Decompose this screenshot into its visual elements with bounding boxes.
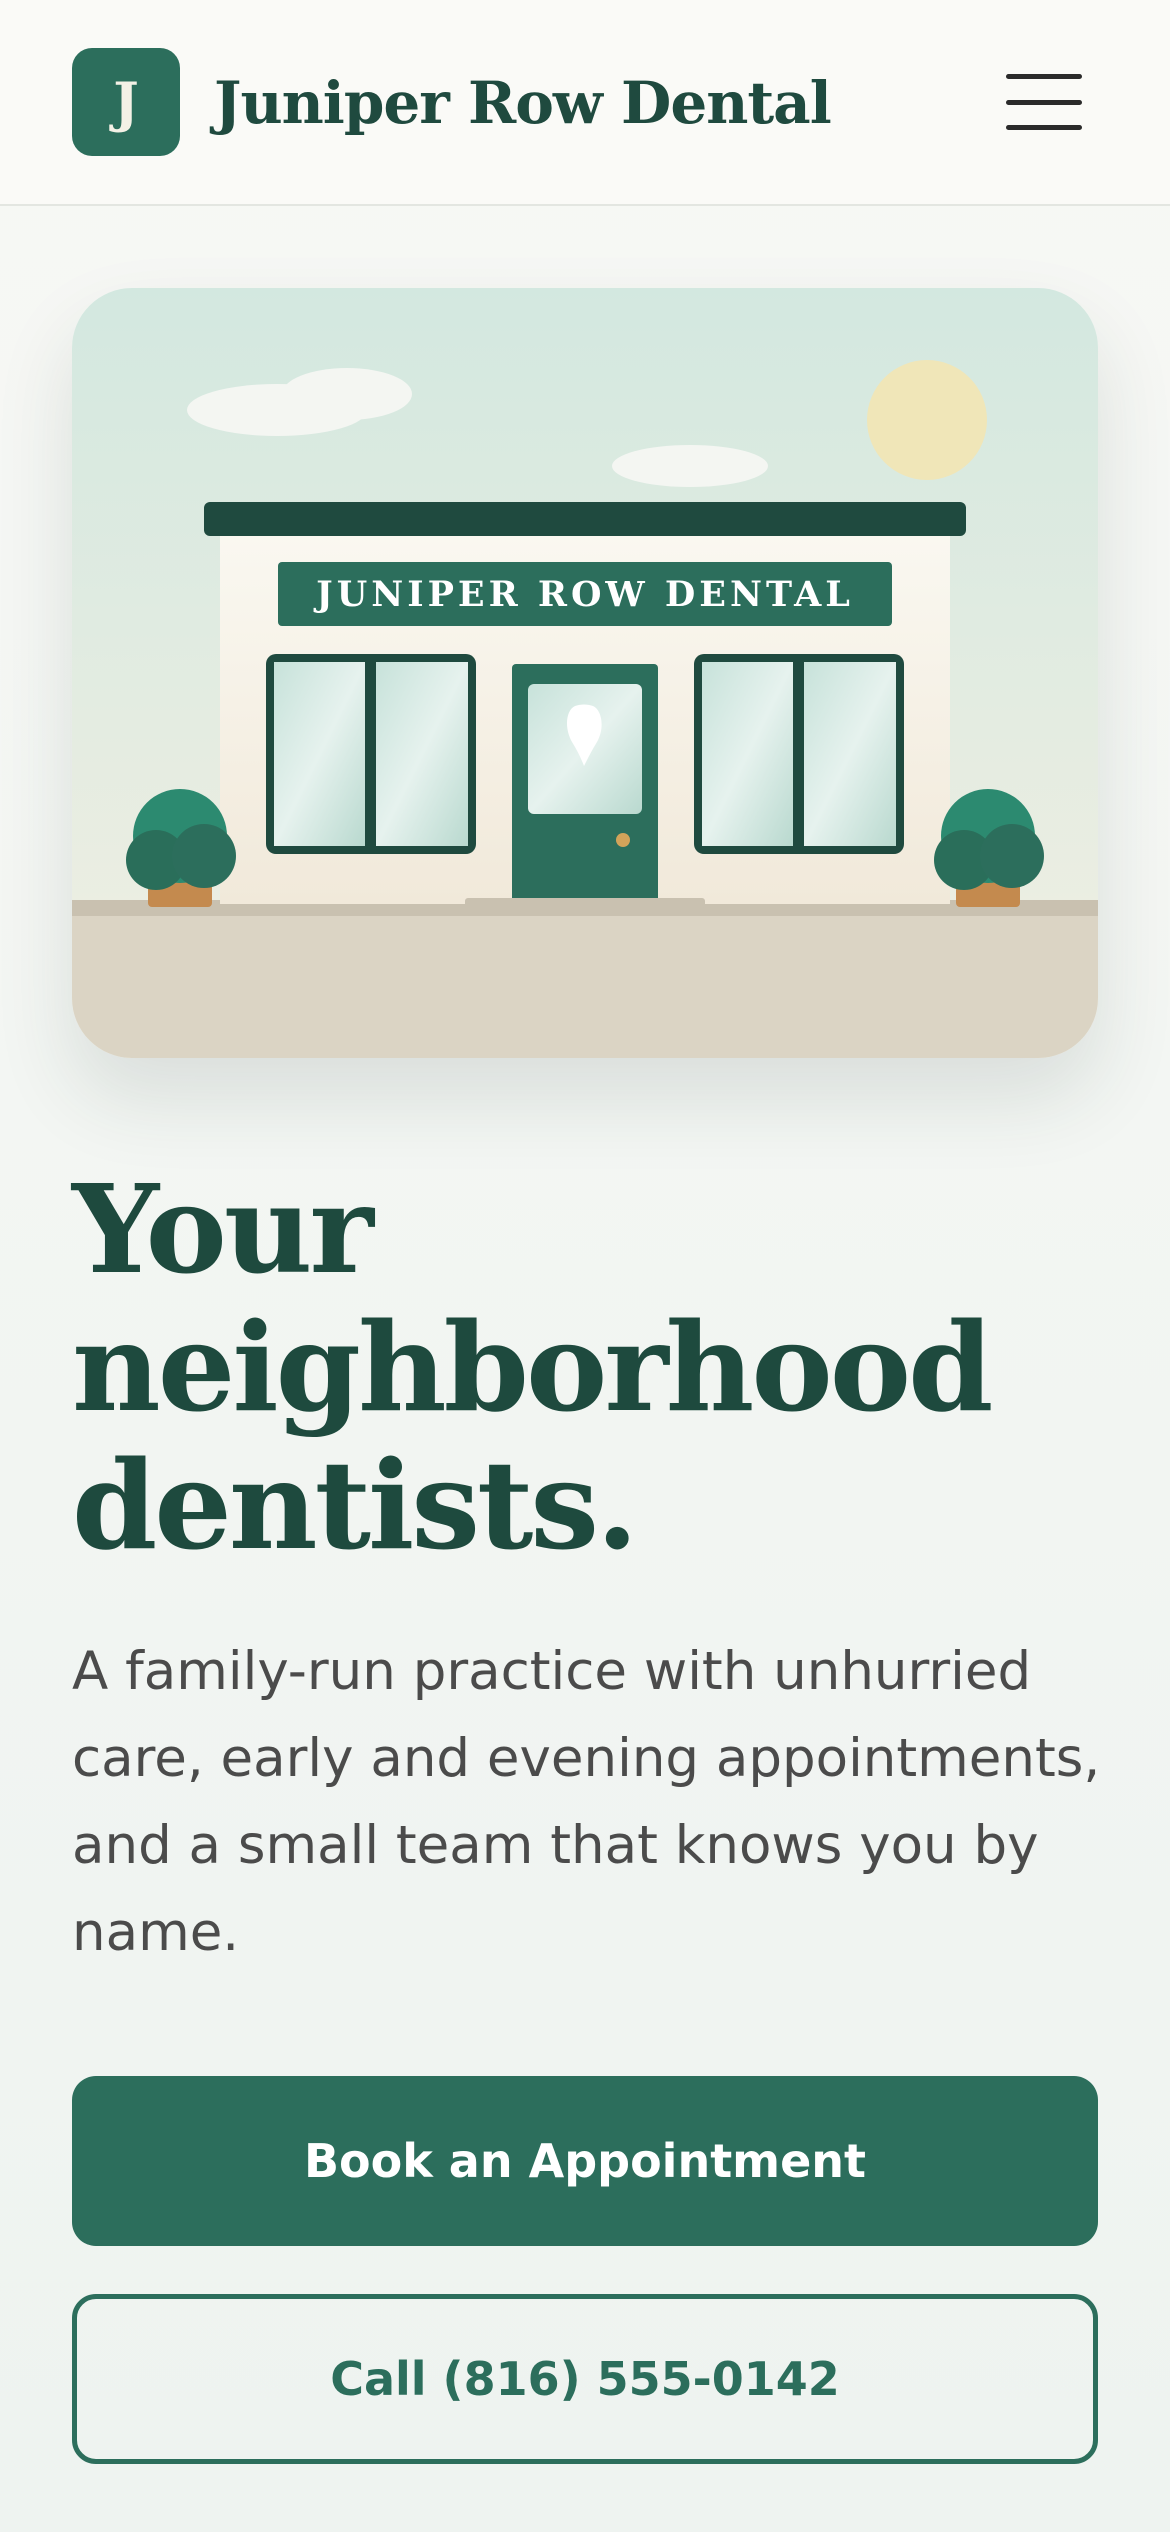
- book-appointment-button[interactable]: Book an Appointment: [72, 2076, 1098, 2246]
- door-knob: [616, 833, 630, 847]
- call-phone-button[interactable]: Call (816) 555-0142: [72, 2294, 1098, 2464]
- window: [266, 654, 476, 854]
- logo-letter: J: [113, 70, 139, 134]
- site-header: J Juniper Row Dental: [0, 0, 1170, 206]
- front-door: [512, 664, 658, 902]
- storefront-sign-text: JUNIPER ROW DENTAL: [313, 574, 854, 615]
- page: J Juniper Row Dental JUNIPER ROW DENTAL …: [0, 0, 1170, 2532]
- headline-line-3: dentists.: [72, 1433, 639, 1577]
- brand-name[interactable]: Juniper Row Dental: [214, 58, 832, 148]
- hero-illustration: JUNIPER ROW DENTAL: [72, 288, 1098, 1058]
- menu-bar: [1006, 99, 1082, 105]
- storefront-illustration: JUNIPER ROW DENTAL: [72, 288, 1098, 1058]
- menu-bar: [1006, 125, 1082, 130]
- logo-mark[interactable]: J: [72, 48, 180, 156]
- hero-headline: Your neighborhood dentists.: [72, 1160, 1102, 1574]
- cloud-icon: [612, 445, 768, 487]
- hero-description: A family-run practice with unhurried car…: [72, 1641, 1101, 1963]
- sun-icon: [867, 360, 987, 480]
- hamburger-menu-icon[interactable]: [1002, 66, 1086, 138]
- menu-bar: [1006, 74, 1082, 79]
- headline-line-2: neighborhood: [72, 1295, 993, 1439]
- window: [694, 654, 904, 854]
- headline-line-1: Your: [72, 1157, 374, 1301]
